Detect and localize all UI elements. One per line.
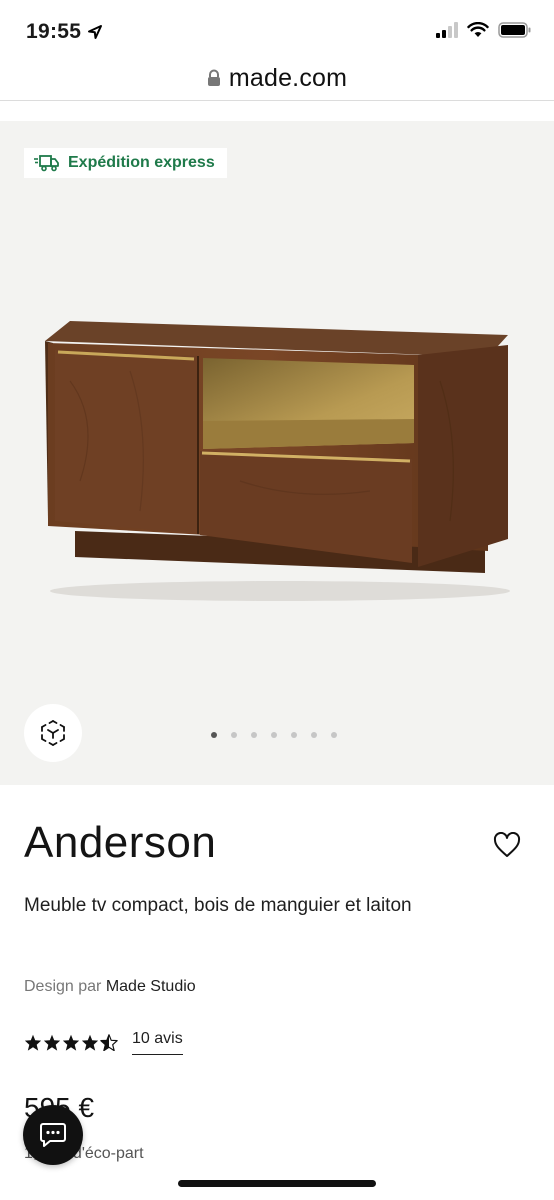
express-shipping-badge: Expédition express xyxy=(24,148,227,178)
designer-prefix: Design par xyxy=(24,978,102,995)
cellular-signal-icon xyxy=(436,22,458,38)
pagination-dot[interactable] xyxy=(251,732,257,738)
designer-line: Design par Made Studio xyxy=(24,978,196,996)
ar-cube-icon xyxy=(41,720,65,746)
star-icon xyxy=(43,1034,61,1051)
half-star-icon xyxy=(100,1034,118,1051)
pagination-dot[interactable] xyxy=(291,732,297,738)
battery-icon xyxy=(498,22,531,38)
star-icon xyxy=(81,1034,99,1051)
gallery-pagination[interactable] xyxy=(211,732,337,738)
lock-icon xyxy=(207,69,220,86)
pagination-dot[interactable] xyxy=(331,732,337,738)
delivery-truck-icon xyxy=(34,155,59,172)
heart-icon xyxy=(493,832,521,857)
product-description: Meuble tv compact, bois de manguier et l… xyxy=(24,895,412,916)
badge-label: Expédition express xyxy=(68,154,215,171)
wifi-icon xyxy=(467,22,489,37)
product-image xyxy=(45,321,510,601)
designer-name: Made Studio xyxy=(105,978,196,995)
address-bar[interactable]: made.com xyxy=(0,56,554,101)
url-text: made.com xyxy=(228,63,348,92)
reviews-link[interactable]: 10 avis xyxy=(132,1030,183,1055)
status-time-text: 19:55 xyxy=(26,20,82,43)
star-icon xyxy=(62,1034,80,1051)
home-indicator[interactable] xyxy=(178,1180,376,1187)
location-arrow-icon xyxy=(88,25,103,39)
pagination-dot[interactable] xyxy=(271,732,277,738)
status-indicators xyxy=(436,22,532,38)
star-rating xyxy=(24,1034,118,1051)
status-time: 19:55 xyxy=(26,20,103,44)
add-to-wishlist-button[interactable] xyxy=(492,830,522,860)
status-bar: 19:55 xyxy=(0,0,554,56)
ar-view-button[interactable] xyxy=(24,704,82,762)
pagination-dot[interactable] xyxy=(211,732,217,738)
chat-button[interactable] xyxy=(23,1105,83,1165)
pagination-dot[interactable] xyxy=(311,732,317,738)
chat-bubble-icon xyxy=(40,1123,66,1147)
star-icon xyxy=(24,1034,42,1051)
product-gallery[interactable]: Expédition express xyxy=(0,121,554,785)
pagination-dot[interactable] xyxy=(231,732,237,738)
product-title: Anderson xyxy=(24,818,217,867)
rating-summary[interactable]: 10 avis xyxy=(24,1030,183,1055)
